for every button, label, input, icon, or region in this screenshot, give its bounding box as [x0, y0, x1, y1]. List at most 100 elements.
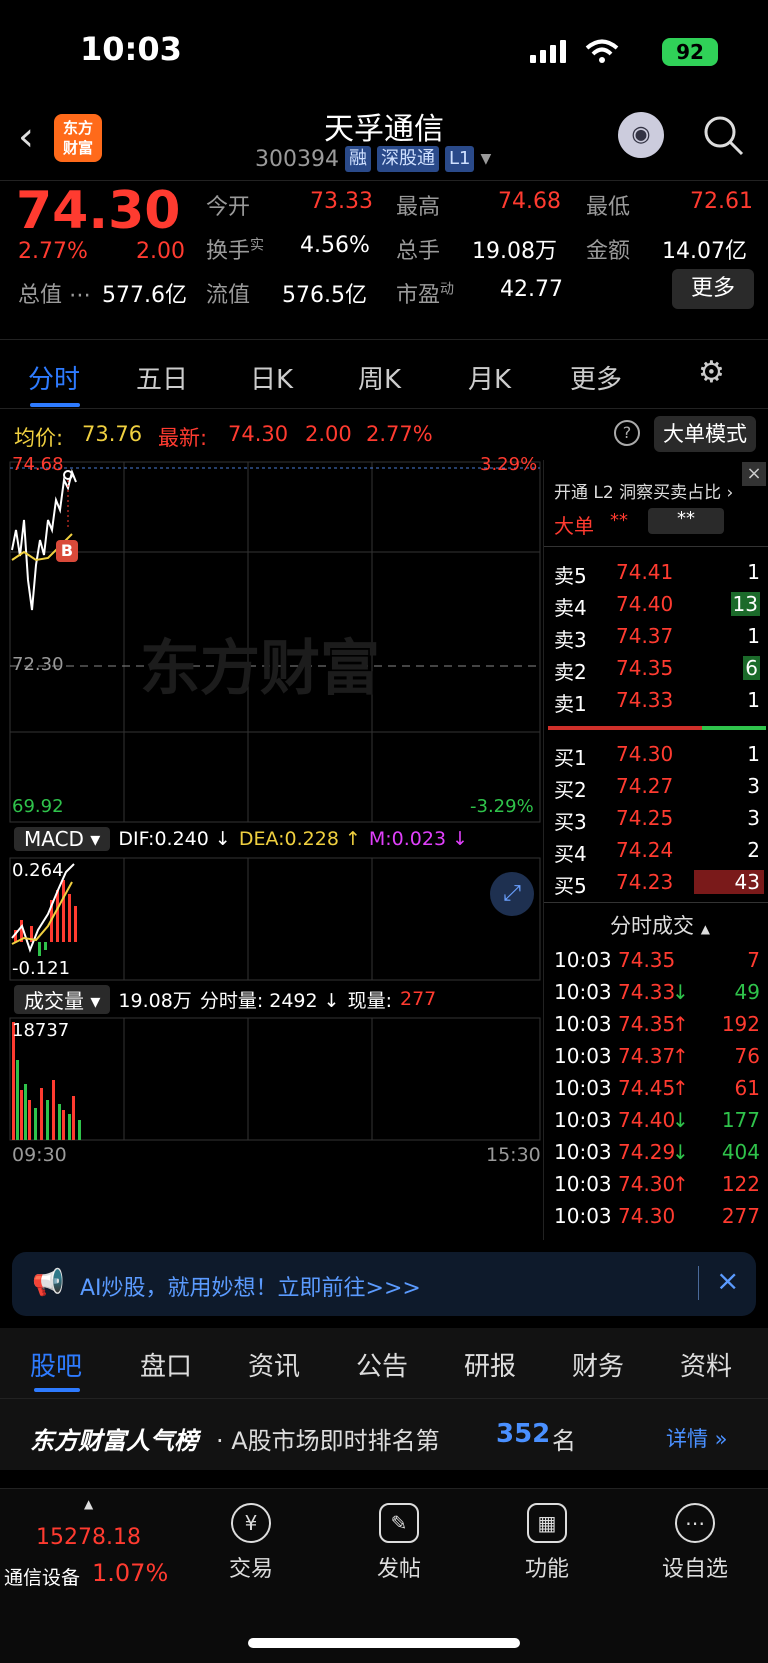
- rank-number: 352: [496, 1419, 551, 1449]
- ask-row[interactable]: 卖2 74.35 6: [554, 652, 764, 684]
- popularity-rank[interactable]: 东方财富人气榜 · A股市场即时排名第 352 名 详情 »: [0, 1398, 768, 1470]
- nav-post-label: 发帖: [376, 1557, 421, 1582]
- bid-row[interactable]: 买5 74.23 43: [554, 866, 764, 898]
- robot-assistant-icon[interactable]: ◉: [618, 112, 664, 158]
- tab-more[interactable]: 更多: [570, 359, 622, 396]
- more-dots-icon: ⋯: [675, 1503, 715, 1543]
- active-tab-indicator: [30, 403, 80, 407]
- expand-icon[interactable]: ⤢: [490, 872, 534, 916]
- nav-post[interactable]: ✎ 发帖: [344, 1503, 454, 1583]
- bid-row[interactable]: 买4 74.24 2: [554, 834, 764, 866]
- expand-up-icon[interactable]: ▲: [84, 1497, 93, 1511]
- tab-forum[interactable]: 股吧: [30, 1346, 82, 1383]
- index-pct: 1.07%: [92, 1559, 169, 1587]
- tab-intraday[interactable]: 分时: [28, 359, 80, 396]
- chart-mid-price: 72.30: [12, 654, 64, 675]
- tick-row: 10:03 74.35 7: [554, 948, 760, 972]
- low-value: 72.61: [690, 189, 753, 214]
- amount-value: 14.07亿: [662, 239, 747, 264]
- high-label: 最高: [396, 195, 441, 220]
- tab-research[interactable]: 研报: [464, 1346, 516, 1383]
- mktcap-label: 总值 ⋯: [18, 283, 92, 308]
- intraday-chart[interactable]: 74.68 3.29% 72.30 69.92 -3.29% 东方财富 B MA…: [0, 454, 543, 1240]
- tab-finance[interactable]: 财务: [572, 1346, 624, 1383]
- l2-promo-link[interactable]: 开通 L2 洞察买卖占比 ›: [554, 478, 733, 503]
- time-start: 09:30: [12, 1144, 67, 1166]
- active-tab-indicator: [34, 1388, 80, 1392]
- banner-close-icon[interactable]: ×: [716, 1264, 739, 1297]
- bottom-bar: ▲ 15278.18 通信设备 1.07% ¥ 交易 ✎ 发帖 ▦ 功能 ⋯ 设…: [0, 1488, 768, 1663]
- home-indicator[interactable]: [248, 1638, 520, 1648]
- tick-row: 10:03 74.37 ↑ 76: [554, 1044, 760, 1068]
- tab-daily-k[interactable]: 日K: [250, 359, 293, 396]
- float-value: 576.5亿: [282, 283, 367, 308]
- open-label: 今开: [206, 195, 251, 220]
- ask-row[interactable]: 卖4 74.40 13: [554, 588, 764, 620]
- stock-code-line: 300394 融 深股通 L1 ▼: [255, 146, 491, 172]
- volume-selector[interactable]: 成交量 ▾: [14, 984, 111, 1014]
- ask-row[interactable]: 卖1 74.33 1: [554, 684, 764, 716]
- divider: [544, 546, 768, 547]
- tick-row: 10:03 74.45 ↑ 61: [554, 1076, 760, 1100]
- tab-weekly-k[interactable]: 周K: [358, 359, 401, 396]
- big-order-val2: **: [648, 508, 724, 534]
- more-button[interactable]: 更多: [672, 269, 754, 309]
- chart-bottom-price: 69.92: [12, 796, 64, 817]
- last-price: 74.30: [16, 181, 181, 241]
- rank-brand: 东方财富人气榜: [30, 1427, 198, 1455]
- ask-row[interactable]: 卖3 74.37 1: [554, 620, 764, 652]
- divider: [544, 902, 768, 903]
- change-amount: 2.00: [136, 239, 185, 264]
- tab-handicap[interactable]: 盘口: [140, 1346, 192, 1383]
- ticks-title[interactable]: 分时成交 ▲: [610, 910, 710, 940]
- tick-row: 10:03 74.30 277: [554, 1204, 760, 1228]
- bid-row[interactable]: 买3 74.25 3: [554, 802, 764, 834]
- nav-watchlist[interactable]: ⋯ 设自选: [640, 1503, 750, 1583]
- volume-total: 19.08万: [118, 989, 192, 1012]
- pe-value: 42.77: [500, 277, 563, 302]
- macd-selector[interactable]: MACD ▾: [14, 827, 111, 851]
- tab-profile[interactable]: 资料: [680, 1346, 732, 1383]
- big-order-mode-button[interactable]: 大单模式: [654, 416, 756, 452]
- ai-banner[interactable]: 📢 AI炒股，就用妙想！立即前往>>> ×: [12, 1252, 756, 1316]
- volume-header: 成交量 ▾ 19.08万 分时量: 2492 ↓ 现量: 277: [14, 984, 436, 1014]
- open-value: 73.33: [310, 189, 373, 214]
- tab-five-day[interactable]: 五日: [136, 359, 188, 396]
- tab-monthly-k[interactable]: 月K: [468, 359, 511, 396]
- macd-header: MACD ▾ DIF:0.240 ↓ DEA:0.228 ↑ M:0.023 ↓: [14, 824, 468, 854]
- rank-detail-link[interactable]: 详情 »: [666, 1423, 728, 1453]
- buy-marker[interactable]: B: [56, 540, 78, 562]
- search-icon[interactable]: [702, 114, 746, 158]
- close-icon[interactable]: ×: [742, 462, 766, 486]
- bid-row[interactable]: 买2 74.27 3: [554, 770, 764, 802]
- help-icon[interactable]: ?: [614, 420, 640, 446]
- volume-now: 277: [399, 988, 437, 1010]
- settings-gear-icon[interactable]: ⚙: [698, 355, 725, 390]
- nav-functions[interactable]: ▦ 功能: [492, 1503, 602, 1583]
- rank-text: · A股市场即时排名第: [216, 1427, 440, 1455]
- macd-dif: DIF:0.240 ↓: [118, 828, 231, 850]
- amount-label: 金额: [586, 239, 631, 264]
- divider: [698, 1266, 699, 1300]
- bid-ratio-bar: [548, 726, 702, 730]
- ask-row[interactable]: 卖5 74.41 1: [554, 556, 764, 588]
- nav-trade[interactable]: ¥ 交易: [196, 1503, 306, 1583]
- change-percent: 2.77%: [18, 239, 88, 264]
- tab-announcement[interactable]: 公告: [356, 1346, 408, 1383]
- compose-icon: ✎: [379, 1503, 419, 1543]
- ai-banner-text[interactable]: AI炒股，就用妙想！立即前往>>>: [80, 1270, 421, 1302]
- stock-code: 300394: [255, 146, 339, 172]
- index-name: 通信设备: [4, 1567, 81, 1589]
- dropdown-icon[interactable]: ▼: [480, 151, 491, 167]
- last-price-line: 74.30: [228, 422, 289, 446]
- tab-news[interactable]: 资讯: [248, 1346, 300, 1383]
- turnover-label: 换手实: [206, 237, 265, 264]
- grid-icon: ▦: [527, 1503, 567, 1543]
- tick-row: 10:03 74.33 ↓ 49: [554, 980, 760, 1004]
- rank-suffix: 名: [552, 1427, 576, 1455]
- turnover-value: 4.56%: [300, 233, 370, 258]
- bid-row[interactable]: 买1 74.30 1: [554, 738, 764, 770]
- quote-panel: 74.30 2.77% 2.00 今开 73.33 最高 74.68 最低 72…: [0, 180, 768, 340]
- index-value[interactable]: 15278.18: [36, 1525, 141, 1550]
- mktcap-value: 577.6亿: [102, 283, 187, 308]
